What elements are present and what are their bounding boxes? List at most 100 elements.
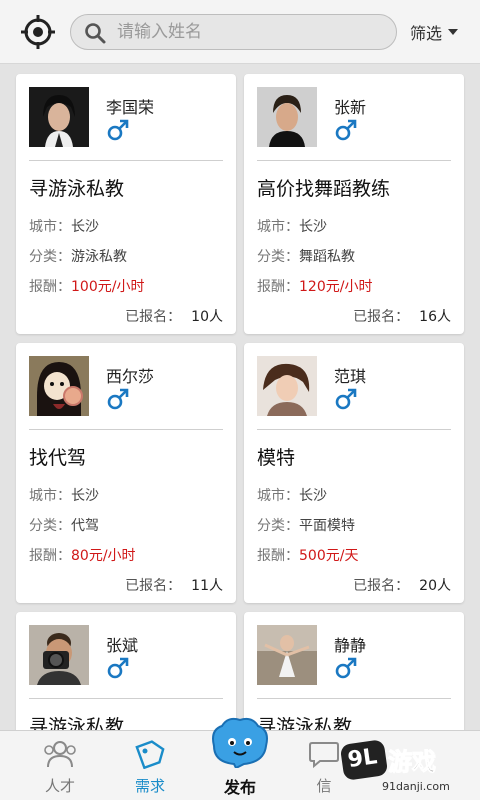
pay-label: 报酬：: [29, 548, 71, 564]
demand-card[interactable]: 张新 高价找舞蹈教练 城市：长沙 分类：舞蹈私教 报酬：120元/小时 已报名：…: [244, 74, 464, 334]
signup-count: 已报名： 11人: [125, 575, 223, 595]
locate-target-icon[interactable]: [20, 14, 56, 50]
city-row: 城市：长沙: [29, 485, 99, 505]
male-gender-icon: [335, 119, 357, 141]
top-bar: 筛选: [0, 0, 480, 64]
filter-dropdown[interactable]: 筛选: [410, 20, 459, 44]
watermark-badge-text: 9L: [346, 744, 379, 774]
category-row: 分类：游泳私教: [29, 246, 127, 266]
user-name: 范琪: [334, 367, 367, 386]
avatar: [257, 87, 317, 147]
city-row: 城市：长沙: [257, 216, 327, 236]
search-box[interactable]: [70, 14, 397, 50]
male-gender-icon: [335, 388, 357, 410]
city-label: 城市：: [257, 488, 299, 504]
demand-card[interactable]: 张斌 寻游泳私教: [16, 612, 236, 730]
tab-label: 需求: [134, 777, 165, 795]
pay-value: 500元/天: [299, 548, 359, 564]
publish-button[interactable]: 发布: [200, 716, 280, 800]
city-row: 城市：长沙: [29, 216, 99, 236]
signup-label: 已报名：: [353, 578, 410, 594]
pay-row: 报酬：120元/小时: [257, 276, 372, 296]
category-label: 分类：: [29, 518, 71, 534]
avatar: [29, 356, 89, 416]
divider: [29, 698, 223, 699]
watermark-url: 91danji.com: [382, 780, 450, 793]
demand-title: 寻游泳私教: [29, 716, 125, 730]
city-label: 城市：: [257, 219, 299, 235]
city-value: 长沙: [71, 219, 99, 235]
signup-value: 20人: [419, 578, 451, 594]
pay-label: 报酬：: [257, 279, 299, 295]
search-icon: [85, 23, 106, 44]
signup-count: 已报名： 16人: [353, 306, 451, 326]
signup-value: 11人: [191, 578, 223, 594]
publish-bubble-icon: [212, 717, 268, 768]
demand-card[interactable]: 西尔莎 找代驾 城市：长沙 分类：代驾 报酬：80元/小时 已报名： 11人: [16, 343, 236, 603]
demand-card[interactable]: 范琪 模特 城市：长沙 分类：平面模特 报酬：500元/天 已报名： 20人: [244, 343, 464, 603]
people-icon: [44, 741, 76, 768]
category-label: 分类：: [257, 518, 299, 534]
category-value: 舞蹈私教: [299, 249, 355, 265]
male-gender-icon: [107, 119, 129, 141]
avatar: [257, 625, 317, 685]
signup-label: 已报名：: [125, 309, 182, 325]
tag-icon: [135, 740, 165, 769]
user-name: 李国荣: [106, 98, 155, 117]
category-value: 游泳私教: [71, 249, 127, 265]
pay-label: 报酬：: [29, 279, 71, 295]
message-icon: [309, 742, 339, 769]
search-input[interactable]: [117, 17, 387, 47]
caret-down-icon: [448, 29, 459, 35]
divider: [257, 160, 451, 161]
category-value: 平面模特: [299, 518, 355, 534]
user-name: 张新: [334, 98, 367, 117]
tab-label: 人才: [44, 777, 75, 795]
tab-talent[interactable]: 人才: [12, 731, 108, 800]
user-name: 静静: [334, 636, 367, 655]
category-row: 分类：舞蹈私教: [257, 246, 355, 266]
category-row: 分类：平面模特: [257, 515, 355, 535]
pay-row: 报酬：80元/小时: [29, 545, 136, 565]
male-gender-icon: [107, 388, 129, 410]
signup-count: 已报名： 20人: [353, 575, 451, 595]
demand-title: 高价找舞蹈教练: [257, 178, 391, 200]
category-label: 分类：: [29, 249, 71, 265]
divider: [257, 698, 451, 699]
demand-title: 找代驾: [29, 447, 87, 469]
signup-value: 16人: [419, 309, 451, 325]
divider: [29, 160, 223, 161]
avatar: [29, 625, 89, 685]
city-row: 城市：长沙: [257, 485, 327, 505]
pay-row: 报酬：500元/天: [257, 545, 358, 565]
signup-label: 已报名：: [125, 578, 182, 594]
male-gender-icon: [335, 657, 357, 679]
demand-title: 模特: [257, 447, 296, 469]
demand-title: 寻游泳私教: [29, 178, 125, 200]
signup-value: 10人: [191, 309, 223, 325]
city-value: 长沙: [299, 488, 327, 504]
divider: [29, 429, 223, 430]
avatar: [29, 87, 89, 147]
city-label: 城市：: [29, 219, 71, 235]
user-name: 西尔莎: [106, 367, 155, 386]
watermark-text: 游戏: [388, 748, 437, 777]
tab-demand[interactable]: 需求: [102, 731, 198, 800]
category-row: 分类：代驾: [29, 515, 99, 535]
filter-label: 筛选: [410, 24, 443, 43]
divider: [257, 429, 451, 430]
pay-label: 报酬：: [257, 548, 299, 564]
demand-card[interactable]: 静静 寻游泳私教: [244, 612, 464, 730]
city-label: 城市：: [29, 488, 71, 504]
publish-label: 发布: [223, 778, 256, 797]
avatar: [257, 356, 317, 416]
demand-card-list[interactable]: 李国荣 寻游泳私教 城市：长沙 分类：游泳私教 报酬：100元/小时 已报名： 1…: [0, 66, 480, 730]
city-value: 长沙: [299, 219, 327, 235]
demand-card[interactable]: 李国荣 寻游泳私教 城市：长沙 分类：游泳私教 报酬：100元/小时 已报名： 1…: [16, 74, 236, 334]
pay-value: 80元/小时: [71, 548, 136, 564]
site-watermark: 9L 游戏 91danji.com: [339, 738, 478, 798]
user-name: 张斌: [106, 636, 139, 655]
pay-row: 报酬：100元/小时: [29, 276, 144, 296]
watermark-badge: 9L: [339, 739, 389, 781]
city-value: 长沙: [71, 488, 99, 504]
